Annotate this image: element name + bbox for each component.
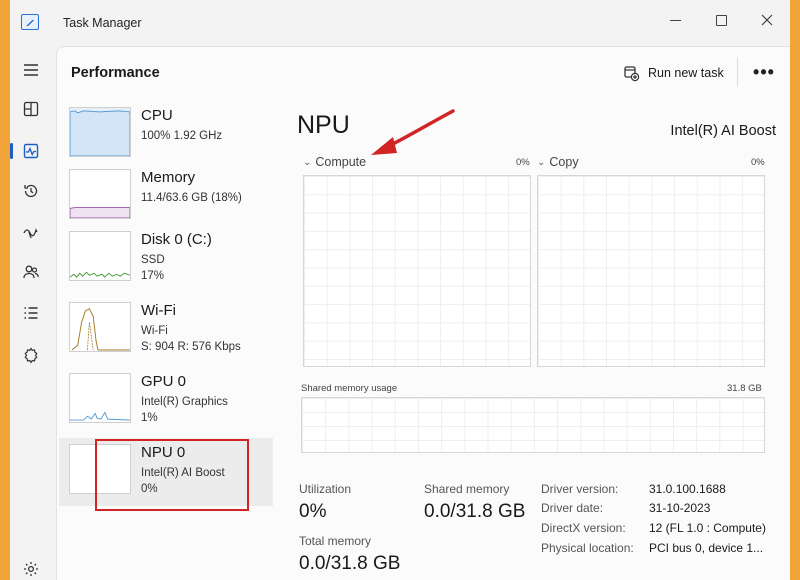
maximize-icon [715,14,727,26]
header-divider [737,57,738,87]
driver-version-label: Driver version: [541,482,619,496]
physical-location-value: PCI bus 0, device 1... [649,541,764,555]
run-new-task-button[interactable]: Run new task [623,61,724,85]
copy-label: Copy [549,155,579,169]
history-icon [24,184,38,198]
wifi-thumbnail-graph [69,302,131,352]
directx-version-value: 12 (FL 1.0 : Compute) [649,521,766,535]
driver-version-value: 31.0.100.1688 [649,482,726,496]
run-new-task-label: Run new task [648,66,724,80]
minimize-button[interactable] [652,4,698,36]
device-detail: 11.4/63.6 GB (18%) [141,192,242,204]
hamburger-icon [24,64,38,76]
maximize-button[interactable] [698,4,744,36]
nav-processes-button[interactable] [16,94,46,124]
gear-icon [24,562,38,576]
nav-app-history-button[interactable] [16,176,46,206]
device-name: GPU 0 [141,373,187,390]
shared-memory-usage-max: 31.8 GB [727,383,762,394]
device-detail: SSD [141,254,165,266]
nav-startup-apps-button[interactable] [16,217,46,247]
directx-version-label: DirectX version: [541,521,626,535]
total-memory-label: Total memory [299,534,372,548]
task-manager-app-icon [21,14,39,30]
content-panel: Performance Run new task ••• CPU 100% 1.… [56,46,790,580]
active-nav-indicator [10,143,13,159]
chevron-down-icon: ⌄ [537,156,546,168]
compute-graph [303,175,531,367]
memory-thumbnail-graph [69,169,131,219]
device-name: Disk 0 (C:) [141,231,212,248]
task-manager-window: Task Manager Performance Run new task ••… [10,0,790,580]
device-detail: Intel(R) Graphics [141,396,228,408]
shared-memory-usage-label: Shared memory usage [301,383,398,394]
compute-label: Compute [315,155,367,169]
more-options-button[interactable]: ••• [749,59,779,85]
chevron-down-icon: ⌄ [303,156,312,168]
device-name: CPU [141,107,173,124]
users-icon [23,265,39,279]
services-icon [24,347,38,364]
shared-memory-usage-graph [301,397,765,453]
device-item-disk[interactable]: Disk 0 (C:) SSD 17% [59,225,273,293]
startup-icon [23,228,38,239]
device-detail: 100% 1.92 GHz [141,130,223,142]
disk-thumbnail-graph [69,231,131,281]
device-usage: 17% [141,270,165,282]
title-bar: Task Manager [10,0,790,46]
page-title: Performance [71,65,160,81]
processes-icon [23,101,39,117]
page-header: Performance Run new task ••• [57,47,790,97]
device-item-wifi[interactable]: Wi-Fi Wi-Fi S: 904 R: 576 Kbps [59,296,273,364]
driver-date-value: 31-10-2023 [649,501,711,515]
device-usage: 1% [141,412,158,424]
copy-graph-label[interactable]: ⌄ Copy [537,155,579,169]
device-name: Memory [141,169,196,186]
hamburger-menu-button[interactable] [16,55,46,85]
red-arrow-annotation [371,109,455,155]
compute-graph-label[interactable]: ⌄ Compute [303,155,366,169]
utilization-label: Utilization [299,482,352,496]
device-item-gpu[interactable]: GPU 0 Intel(R) Graphics 1% [59,367,273,435]
nav-details-button[interactable] [16,298,46,328]
nav-performance-button[interactable] [16,136,46,166]
details-icon [24,307,38,319]
physical-location-label: Physical location: [541,541,634,555]
device-title: NPU [297,111,350,139]
total-memory-value: 0.0/31.8 GB [299,553,401,574]
device-name: Wi-Fi [141,302,176,319]
driver-date-label: Driver date: [541,501,604,515]
npu-highlight-annotation [95,439,249,511]
run-task-icon [624,65,640,81]
performance-icon [23,143,39,159]
compute-graph-max: 0% [516,157,530,168]
nav-services-button[interactable] [16,340,46,370]
cpu-thumbnail-graph [69,107,131,157]
copy-graph-max: 0% [751,157,765,168]
device-detail: Wi-Fi [141,325,168,337]
device-usage: S: 904 R: 576 Kbps [141,341,241,353]
close-button[interactable] [744,4,790,36]
device-item-cpu[interactable]: CPU 100% 1.92 GHz [59,101,273,169]
close-icon [761,14,773,26]
app-title: Task Manager [63,16,142,30]
device-item-memory[interactable]: Memory 11.4/63.6 GB (18%) [59,163,273,231]
copy-graph [537,175,765,367]
shared-memory-value: 0.0/31.8 GB [424,501,526,522]
minimize-icon [669,19,681,21]
device-model: Intel(R) AI Boost [670,123,776,139]
nav-settings-button[interactable] [16,554,46,580]
gpu-thumbnail-graph [69,373,131,423]
utilization-value: 0% [299,501,327,522]
nav-rail [10,46,56,580]
shared-memory-label: Shared memory [424,482,510,496]
nav-users-button[interactable] [16,257,46,287]
